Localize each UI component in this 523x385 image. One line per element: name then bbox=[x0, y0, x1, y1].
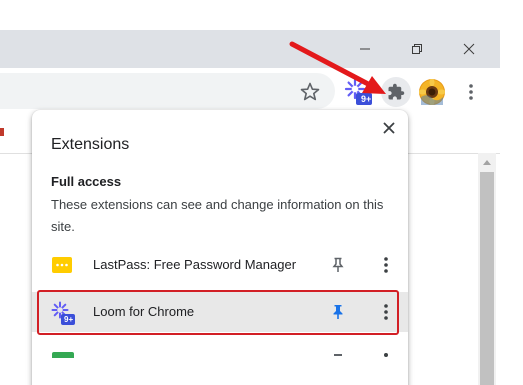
pin-button[interactable] bbox=[328, 255, 348, 275]
pin-outline-icon[interactable] bbox=[334, 354, 342, 356]
window-titlebar bbox=[0, 30, 500, 68]
extensions-popup: Extensions Full access These extensions … bbox=[32, 110, 408, 385]
popup-title: Extensions bbox=[51, 136, 130, 153]
scroll-up-arrow-icon[interactable] bbox=[483, 160, 491, 165]
close-icon bbox=[383, 122, 395, 134]
full-access-description: These extensions can see and change info… bbox=[51, 197, 384, 234]
annotation-arrow-icon bbox=[289, 41, 386, 94]
more-vert-icon bbox=[384, 257, 388, 273]
restore-icon bbox=[412, 44, 422, 54]
close-icon bbox=[463, 43, 475, 55]
popup-close-button[interactable] bbox=[381, 120, 397, 136]
lastpass-icon bbox=[51, 254, 73, 276]
sunflower-avatar-icon bbox=[419, 79, 445, 105]
pin-outline-icon bbox=[332, 257, 344, 272]
chrome-menu-button[interactable] bbox=[457, 78, 485, 106]
more-vert-icon bbox=[469, 84, 473, 100]
scrollbar-thumb[interactable] bbox=[480, 172, 494, 385]
extension-row-lastpass[interactable]: LastPass: Free Password Manager bbox=[32, 245, 408, 285]
browser-screenshot: 9+ Extensions Full access These extensio… bbox=[0, 0, 523, 385]
extension-icon bbox=[52, 352, 74, 358]
browser-toolbar: 9+ bbox=[0, 68, 500, 114]
highlight-annotation-box bbox=[37, 290, 399, 335]
address-bar[interactable] bbox=[0, 73, 335, 109]
close-window-button[interactable] bbox=[444, 30, 494, 68]
more-vert-icon[interactable] bbox=[384, 353, 388, 357]
restore-button[interactable] bbox=[392, 30, 442, 68]
extension-name: LastPass: Free Password Manager bbox=[93, 257, 297, 272]
extension-row-partial[interactable] bbox=[32, 348, 408, 385]
window-edge bbox=[500, 30, 523, 385]
full-access-heading: Full access bbox=[51, 174, 122, 189]
profile-avatar[interactable] bbox=[418, 78, 446, 106]
extension-more-button[interactable] bbox=[381, 255, 391, 275]
page-fragment bbox=[0, 128, 4, 136]
